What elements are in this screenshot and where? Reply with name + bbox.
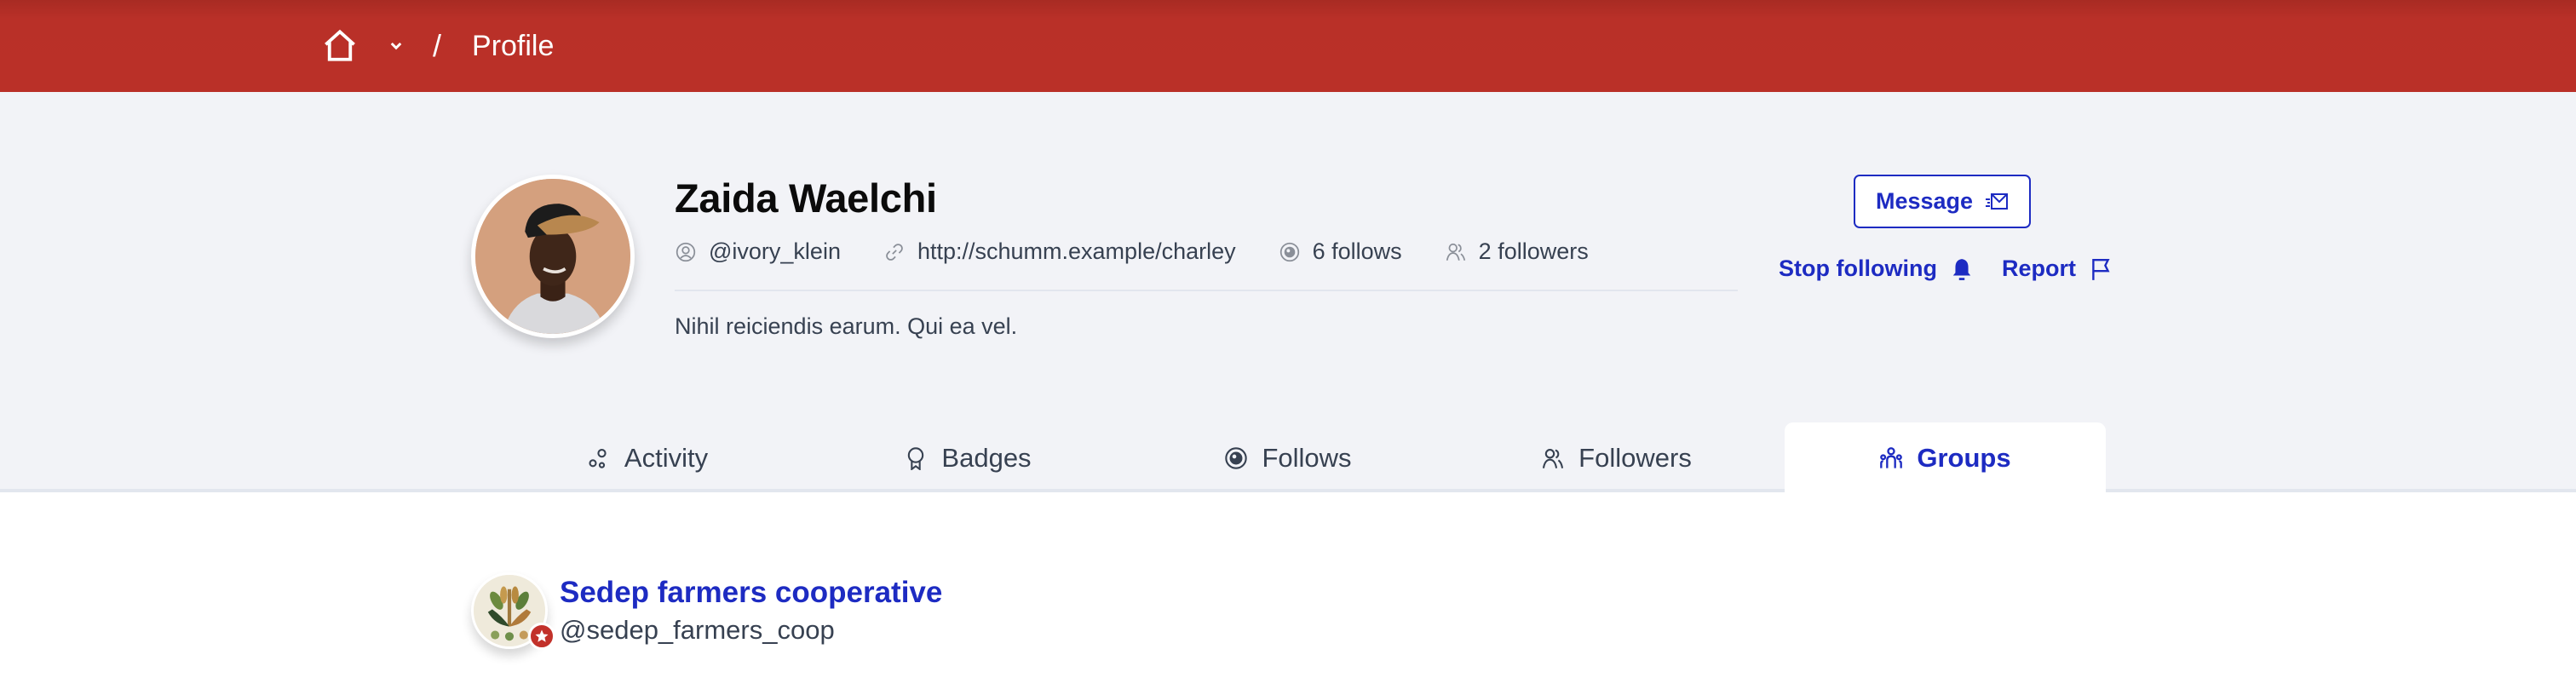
badge-icon — [908, 447, 924, 470]
top-bar: / Profile — [0, 0, 2576, 92]
report-label: Report — [2002, 256, 2076, 281]
message-button[interactable]: Message — [1854, 175, 2031, 228]
star-icon — [535, 629, 549, 642]
group-text: Sedep farmers cooperative @sedep_farmers… — [560, 576, 942, 646]
eye-icon — [1279, 242, 1299, 261]
profile-name: Zaida Waelchi — [675, 175, 937, 221]
users-icon — [1543, 449, 1564, 468]
profile-website[interactable]: http://schumm.example/charley — [883, 238, 1236, 265]
link-icon — [886, 243, 903, 261]
chevron-down-icon[interactable] — [388, 38, 404, 54]
follows-count[interactable]: 6 follows — [1313, 238, 1402, 265]
group-avatar — [471, 572, 555, 650]
profile-avatar — [471, 175, 635, 338]
group-icon — [1880, 447, 1903, 468]
stop-following-button[interactable]: Stop following — [1779, 256, 1973, 282]
followers-count[interactable]: 2 followers — [1479, 238, 1589, 265]
tab-activity-label: Activity — [624, 443, 709, 473]
bell-icon — [1952, 258, 1971, 280]
profile-divider — [675, 290, 1738, 291]
breadcrumb: / Profile — [322, 0, 554, 92]
home-icon[interactable] — [322, 28, 358, 64]
report-button[interactable]: Report — [2002, 256, 2112, 282]
group-list-item[interactable]: Sedep farmers cooperative @sedep_farmers… — [471, 572, 942, 650]
profile-tabs: Activity Badges Follows Followers Groups — [0, 422, 2576, 494]
envelope-icon — [1986, 192, 2009, 210]
tab-follows-label: Follows — [1262, 443, 1352, 473]
breadcrumb-current-page: Profile — [472, 29, 555, 62]
message-button-label: Message — [1875, 188, 1974, 214]
tab-groups-label: Groups — [1917, 443, 2011, 473]
tab-activity[interactable]: Activity — [487, 424, 808, 492]
group-title-link[interactable]: Sedep farmers cooperative — [560, 576, 942, 610]
tab-followers-label: Followers — [1578, 443, 1692, 473]
group-handle: @sedep_farmers_coop — [560, 615, 835, 645]
tab-badges[interactable]: Badges — [808, 424, 1128, 492]
tab-groups[interactable]: Groups — [1785, 422, 2106, 494]
users-icon — [1446, 243, 1465, 261]
tab-badges-label: Badges — [941, 443, 1032, 473]
tab-follows[interactable]: Follows — [1128, 424, 1448, 492]
tab-followers[interactable]: Followers — [1448, 424, 1785, 492]
group-badge — [528, 623, 555, 650]
flag-icon — [2092, 258, 2110, 280]
profile-meta: @ivory_klein http://schumm.example/charl… — [675, 238, 1631, 265]
eye-icon — [1225, 447, 1248, 469]
nickname-text: @ivory_klein — [709, 238, 841, 264]
user-circle-icon — [676, 242, 696, 261]
profile-bio: Nihil reiciendis earum. Qui ea vel. — [675, 313, 1018, 339]
avatar-photo — [475, 179, 630, 334]
profile-followers[interactable]: 2 followers — [1445, 238, 1589, 265]
profile-nickname: @ivory_klein — [675, 238, 841, 265]
activity-icon — [589, 449, 607, 468]
website-link[interactable]: http://schumm.example/charley — [917, 238, 1236, 265]
stop-following-label: Stop following — [1779, 256, 1937, 281]
profile-follows[interactable]: 6 follows — [1279, 238, 1402, 265]
breadcrumb-separator: / — [433, 28, 442, 63]
